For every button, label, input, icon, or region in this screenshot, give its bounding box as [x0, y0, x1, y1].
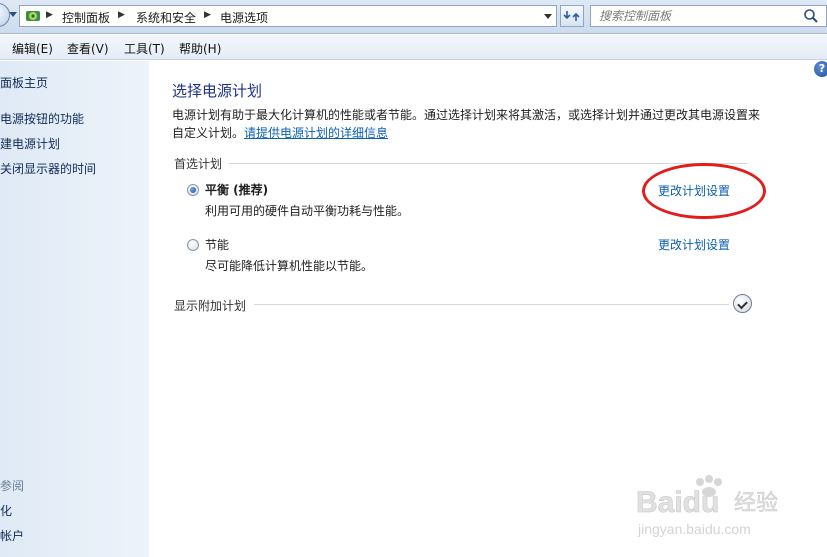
page-description: 电源计划有助于最大化计算机的性能或者节能。通过选择计划来将其激活，或选择计划并通… — [172, 106, 762, 142]
help-icon[interactable]: ? — [814, 61, 827, 77]
breadcrumb-power-options[interactable]: 电源选项 — [220, 9, 268, 26]
search-icon[interactable] — [803, 8, 819, 24]
section-divider — [254, 304, 729, 305]
address-toolbar: ▶ 控制面板 ▶ 系统和安全 ▶ 电源选项 — [0, 0, 827, 34]
menu-help[interactable]: 帮助(H) — [179, 40, 221, 57]
sidebar-item-power-button[interactable]: 电源按钮的功能 — [0, 110, 84, 127]
page-title: 选择电源计划 — [172, 82, 263, 100]
sidebar-item-accounts[interactable]: 帐户 — [0, 527, 24, 544]
search-box[interactable] — [590, 5, 827, 27]
watermark-subtitle: 经验 — [734, 491, 778, 516]
sidebar-item-personalize[interactable]: 化 — [0, 502, 12, 519]
plan-balanced-name[interactable]: 平衡 (推荐) — [205, 181, 268, 198]
control-panel-icon — [26, 11, 40, 21]
watermark-url: jingyan.baidu.com — [637, 521, 751, 537]
section-divider — [229, 163, 747, 164]
address-bar[interactable]: ▶ 控制面板 ▶ 系统和安全 ▶ 电源选项 — [19, 5, 557, 27]
plan-power-saver-description: 尽可能降低计算机性能以节能。 — [205, 259, 374, 273]
plan-balanced-radio[interactable] — [187, 184, 199, 196]
menu-edit[interactable]: 编辑(E) — [12, 40, 53, 57]
sidebar: 面板主页 电源按钮的功能 建电源计划 关闭显示器的时间 参阅 化 帐户 — [0, 61, 149, 557]
plan-power-saver-change-settings-link[interactable]: 更改计划设置 — [658, 236, 730, 253]
expand-icon[interactable] — [733, 294, 752, 313]
recent-pages-icon[interactable] — [9, 12, 17, 17]
baidu-watermark: Baidu 经验 jingyan.baidu.com — [636, 475, 778, 537]
address-dropdown-icon[interactable] — [539, 6, 555, 26]
menu-tools[interactable]: 工具(T) — [124, 40, 165, 57]
menu-bar: 编辑(E) 查看(V) 工具(T) 帮助(H) — [0, 35, 827, 60]
plan-power-saver-radio[interactable] — [187, 239, 199, 251]
breadcrumb-separator-icon[interactable]: ▶ — [204, 10, 211, 20]
plan-power-saver-name[interactable]: 节能 — [205, 236, 229, 253]
breadcrumb-system-security[interactable]: 系统和安全 — [136, 9, 196, 26]
plan-balanced-description: 利用可用的硬件自动平衡功耗与性能。 — [205, 204, 410, 218]
sidebar-item-display-off[interactable]: 关闭显示器的时间 — [0, 160, 96, 177]
plan-details-link[interactable]: 请提供电源计划的详细信息 — [244, 126, 388, 140]
additional-plans-label[interactable]: 显示附加计划 — [174, 297, 246, 314]
sidebar-see-also-header: 参阅 — [0, 479, 25, 493]
refresh-button[interactable] — [560, 5, 584, 27]
breadcrumb-control-panel[interactable]: 控制面板 — [62, 9, 110, 26]
breadcrumb-separator-icon[interactable]: ▶ — [46, 10, 53, 20]
refresh-icon — [563, 11, 580, 21]
preferred-plans-label: 首选计划 — [174, 157, 223, 171]
breadcrumb-separator-icon[interactable]: ▶ — [118, 10, 125, 20]
menu-view[interactable]: 查看(V) — [67, 40, 109, 57]
sidebar-item-create-plan[interactable]: 建电源计划 — [0, 135, 60, 152]
sidebar-item-home[interactable]: 面板主页 — [0, 74, 48, 91]
search-input[interactable] — [591, 6, 801, 26]
plan-balanced-change-settings-link[interactable]: 更改计划设置 — [658, 182, 730, 199]
